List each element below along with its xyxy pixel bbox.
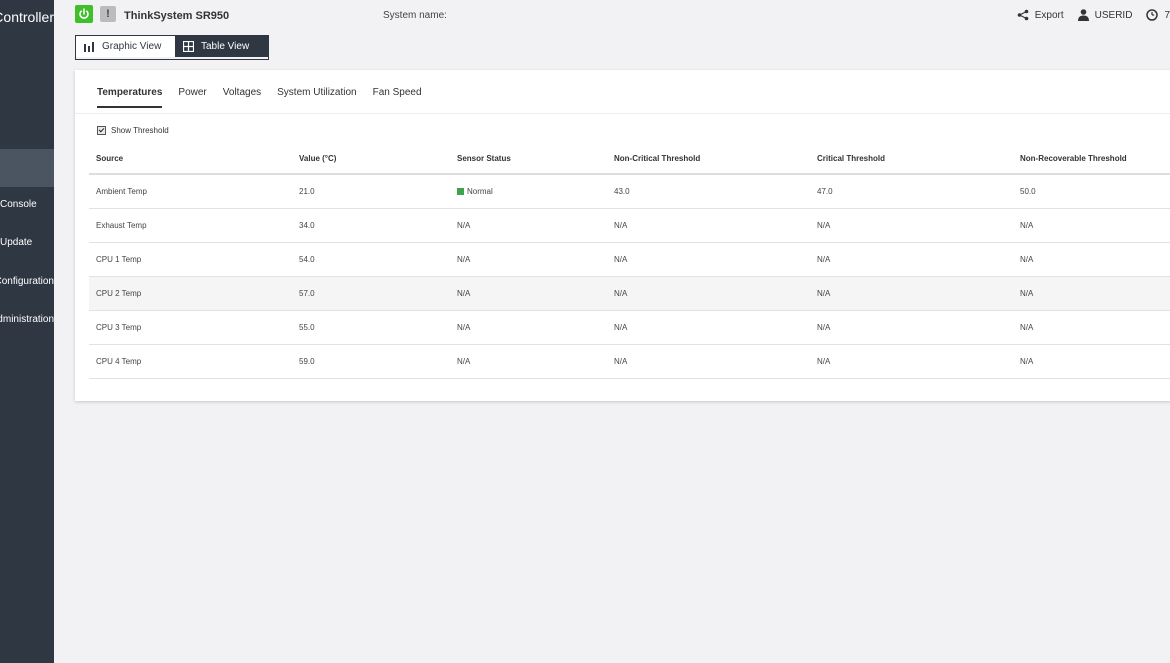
cell-sensor-status: N/A <box>450 242 607 277</box>
cell-critical: N/A <box>810 242 1013 277</box>
cell-sensor-status: N/A <box>450 344 607 379</box>
cell-non-critical: N/A <box>607 344 810 379</box>
tabs-divider <box>75 113 1170 114</box>
export-button[interactable]: Export <box>1017 9 1064 21</box>
cell-non-critical: N/A <box>607 242 810 277</box>
table-row: Exhaust Temp 34.0 N/A N/A N/A N/A <box>89 208 1170 243</box>
table-row: CPU 2 Temp 57.0 N/A N/A N/A N/A <box>89 276 1170 311</box>
cell-value: 59.0 <box>292 344 450 379</box>
system-name-label: System name: <box>383 10 447 21</box>
column-header-critical[interactable]: Critical Threshold <box>810 144 1013 175</box>
column-header-value[interactable]: Value (°C) <box>292 144 450 175</box>
cell-sensor-status: Normal <box>450 174 607 209</box>
show-threshold-toggle[interactable]: Show Threshold <box>97 126 169 135</box>
cell-non-critical: 43.0 <box>607 174 810 209</box>
cell-critical: N/A <box>810 276 1013 311</box>
table-row: CPU 1 Temp 54.0 N/A N/A N/A N/A <box>89 242 1170 277</box>
cell-value: 55.0 <box>292 310 450 345</box>
cell-sensor-status: N/A <box>450 276 607 311</box>
tab-temperatures[interactable]: Temperatures <box>97 87 163 108</box>
cell-source: CPU 3 Temp <box>89 310 292 345</box>
user-menu[interactable]: USERID <box>1077 9 1132 21</box>
cell-sensor-status: N/A <box>450 310 607 345</box>
grid-icon <box>183 41 194 52</box>
cell-value: 34.0 <box>292 208 450 243</box>
table-row: CPU 4 Temp 59.0 N/A N/A N/A N/A <box>89 344 1170 379</box>
share-icon <box>1017 9 1029 21</box>
cell-non-recoverable: N/A <box>1013 344 1170 379</box>
column-header-non-recoverable[interactable]: Non-Recoverable Threshold <box>1013 144 1170 175</box>
sidebar-item-configuration[interactable]: Configuration <box>0 276 54 287</box>
cell-value: 54.0 <box>292 242 450 277</box>
column-header-source[interactable]: Source <box>89 144 292 175</box>
cell-critical: N/A <box>810 344 1013 379</box>
bar-chart-icon <box>84 41 94 52</box>
brand-title: Controller <box>0 9 54 25</box>
table-row: Ambient Temp 21.0 Normal 43.0 47.0 50.0 <box>89 174 1170 209</box>
show-threshold-checkbox[interactable] <box>97 126 106 135</box>
cell-value: 57.0 <box>292 276 450 311</box>
view-toggle: Graphic View Table View <box>75 35 269 60</box>
tab-system-utilization[interactable]: System Utilization <box>277 87 356 108</box>
cell-critical: N/A <box>810 208 1013 243</box>
clock-icon <box>1146 9 1159 21</box>
sensor-panel: Temperatures Power Voltages System Utili… <box>75 70 1170 401</box>
cell-critical: N/A <box>810 310 1013 345</box>
cell-non-recoverable: N/A <box>1013 310 1170 345</box>
warning-icon[interactable]: ! <box>100 6 116 22</box>
user-icon <box>1077 9 1089 21</box>
sidebar-item-administration[interactable]: Administration <box>0 314 54 325</box>
temperature-table: Source Value (°C) Sensor Status Non-Crit… <box>89 144 1170 379</box>
header-actions: Export USERID 7 <box>1017 9 1170 21</box>
cell-non-critical: N/A <box>607 208 810 243</box>
tab-power[interactable]: Power <box>178 87 206 108</box>
table-row: CPU 3 Temp 55.0 N/A N/A N/A N/A <box>89 310 1170 345</box>
sidebar: Controller Console Update Configuration … <box>0 0 54 663</box>
graphic-view-button[interactable]: Graphic View <box>76 36 175 57</box>
cell-non-recoverable: N/A <box>1013 208 1170 243</box>
status-normal-icon <box>457 188 464 195</box>
cell-non-critical: N/A <box>607 310 810 345</box>
tab-voltages[interactable]: Voltages <box>223 87 261 108</box>
clock-menu[interactable]: 7 <box>1146 9 1170 21</box>
cell-source: Ambient Temp <box>89 174 292 209</box>
product-name: ThinkSystem SR950 <box>124 10 230 22</box>
sidebar-active-item[interactable] <box>0 149 54 187</box>
column-header-sensor-status[interactable]: Sensor Status <box>450 144 607 175</box>
cell-sensor-status: N/A <box>450 208 607 243</box>
header: ! ThinkSystem SR950 System name: Export … <box>54 0 1170 34</box>
column-header-non-critical[interactable]: Non-Critical Threshold <box>607 144 810 175</box>
cell-source: CPU 1 Temp <box>89 242 292 277</box>
cell-non-recoverable: N/A <box>1013 242 1170 277</box>
cell-value: 21.0 <box>292 174 450 209</box>
cell-non-critical: N/A <box>607 276 810 311</box>
table-view-button[interactable]: Table View <box>175 36 268 57</box>
sensor-tabs: Temperatures Power Voltages System Utili… <box>97 87 438 108</box>
cell-source: CPU 4 Temp <box>89 344 292 379</box>
cell-source: CPU 2 Temp <box>89 276 292 311</box>
sidebar-item-update[interactable]: Update <box>0 237 54 248</box>
tab-fan-speed[interactable]: Fan Speed <box>373 87 422 108</box>
show-threshold-label: Show Threshold <box>111 126 169 135</box>
power-status-icon[interactable] <box>75 5 93 23</box>
cell-critical: 47.0 <box>810 174 1013 209</box>
sidebar-item-console[interactable]: Console <box>0 199 54 210</box>
cell-non-recoverable: 50.0 <box>1013 174 1170 209</box>
cell-source: Exhaust Temp <box>89 208 292 243</box>
cell-non-recoverable: N/A <box>1013 276 1170 311</box>
table-header-row: Source Value (°C) Sensor Status Non-Crit… <box>89 144 1170 175</box>
